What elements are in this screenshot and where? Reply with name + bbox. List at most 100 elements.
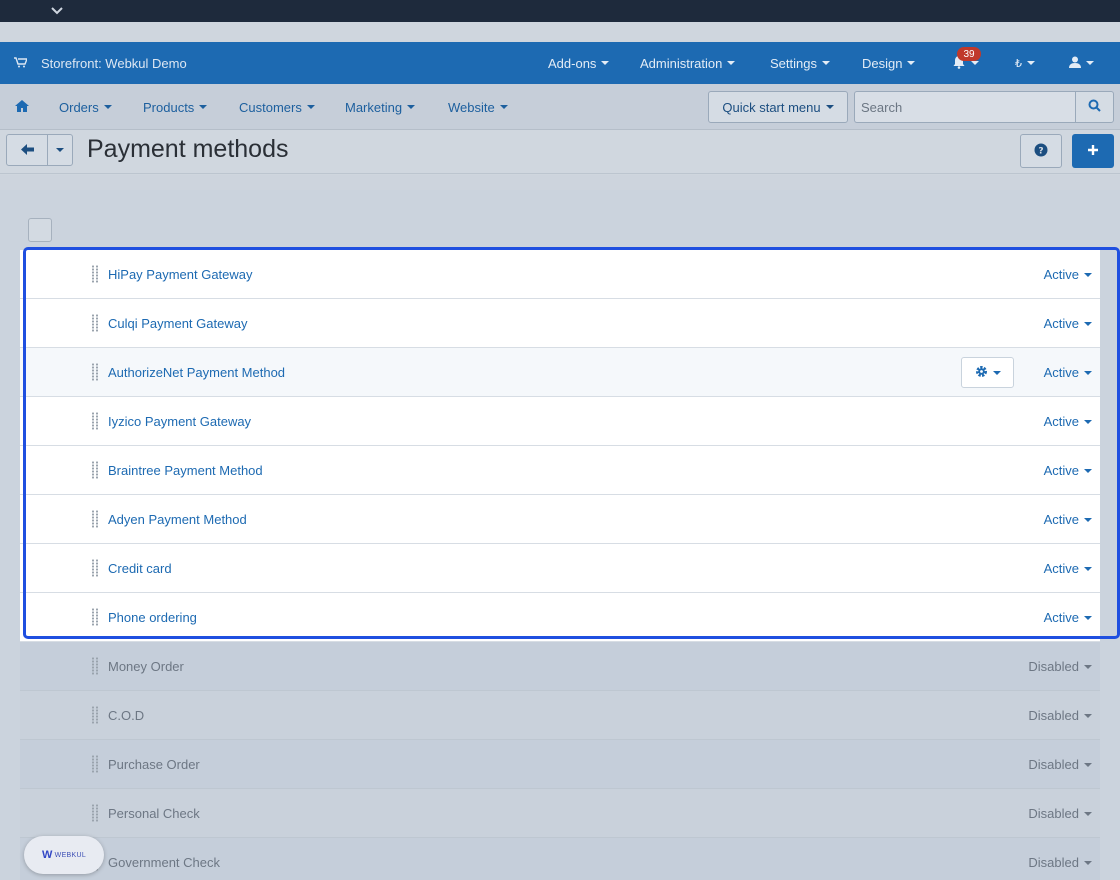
- list-item[interactable]: Government Check Disabled: [20, 838, 1100, 880]
- payment-method-name[interactable]: Credit card: [108, 544, 172, 593]
- status-dropdown[interactable]: Disabled: [1028, 740, 1092, 789]
- payment-method-name[interactable]: AuthorizeNet Payment Method: [108, 348, 285, 397]
- list-item[interactable]: HiPay Payment Gateway Active: [20, 250, 1100, 299]
- menu-orders[interactable]: Orders: [59, 84, 112, 130]
- svg-text:?: ?: [1038, 146, 1043, 156]
- caret-down-icon: [1084, 615, 1092, 620]
- list-item[interactable]: Personal Check Disabled: [20, 789, 1100, 838]
- menu-customers[interactable]: Customers: [239, 84, 315, 130]
- list-item[interactable]: Adyen Payment Method Active: [20, 495, 1100, 544]
- drag-handle-icon[interactable]: [92, 265, 98, 283]
- menu-add-ons[interactable]: Add-ons: [548, 42, 610, 84]
- menu-administration-label: Administration: [640, 55, 723, 71]
- chevron-down-icon[interactable]: [49, 3, 65, 19]
- question-circle-icon: ?: [1034, 143, 1048, 160]
- status-label: Disabled: [1028, 757, 1079, 772]
- caret-down-icon: [1084, 272, 1092, 277]
- home-button[interactable]: [15, 84, 29, 130]
- list-item[interactable]: Money Order Disabled: [20, 642, 1100, 691]
- payment-method-name[interactable]: C.O.D: [108, 691, 144, 740]
- payment-method-name[interactable]: Government Check: [108, 838, 220, 880]
- drag-handle-icon[interactable]: [92, 804, 98, 822]
- plus-icon: [1087, 144, 1099, 159]
- drag-handle-icon[interactable]: [92, 755, 98, 773]
- caret-down-icon: [1084, 566, 1092, 571]
- menu-customers-label: Customers: [239, 99, 302, 115]
- quick-start-menu-button[interactable]: Quick start menu: [708, 91, 848, 123]
- webkul-chat-widget[interactable]: W WEBKUL: [24, 836, 104, 874]
- status-dropdown[interactable]: Active: [1044, 299, 1092, 348]
- status-label: Active: [1043, 561, 1079, 576]
- payment-method-name[interactable]: Personal Check: [108, 789, 200, 838]
- drag-handle-icon[interactable]: [92, 363, 98, 381]
- status-dropdown[interactable]: Disabled: [1028, 789, 1092, 838]
- status-dropdown[interactable]: Active: [1044, 544, 1092, 593]
- payment-method-name[interactable]: Adyen Payment Method: [108, 495, 247, 544]
- top-navbar: Storefront: Webkul Demo Add-ons Administ…: [0, 42, 1120, 84]
- menu-website-label: Website: [448, 99, 495, 115]
- status-dropdown[interactable]: Disabled: [1028, 642, 1092, 691]
- search-button[interactable]: [1075, 91, 1114, 123]
- webkul-logo-icon: W: [41, 849, 53, 861]
- drag-handle-icon[interactable]: [92, 706, 98, 724]
- row-settings-button[interactable]: [961, 357, 1014, 388]
- storefront-selector[interactable]: Storefront: Webkul Demo: [14, 42, 187, 84]
- caret-down-icon: [56, 148, 64, 152]
- status-dropdown[interactable]: Disabled: [1028, 838, 1092, 880]
- menu-marketing[interactable]: Marketing: [345, 84, 416, 130]
- select-all-checkbox[interactable]: [28, 218, 52, 242]
- drag-handle-icon[interactable]: [92, 559, 98, 577]
- list-item[interactable]: Phone ordering Active: [20, 593, 1100, 642]
- drag-handle-icon[interactable]: [92, 314, 98, 332]
- back-history-dropdown[interactable]: [47, 134, 73, 166]
- back-button[interactable]: [6, 134, 48, 166]
- caret-down-icon: [1086, 61, 1094, 65]
- drag-handle-icon[interactable]: [92, 412, 98, 430]
- caret-down-icon: [306, 105, 315, 109]
- status-dropdown[interactable]: Active: [1044, 495, 1092, 544]
- help-button[interactable]: ?: [1020, 134, 1062, 168]
- arrow-left-icon: [20, 143, 34, 158]
- menu-products[interactable]: Products: [143, 84, 208, 130]
- caret-down-icon: [1084, 860, 1092, 865]
- add-payment-method-button[interactable]: [1072, 134, 1114, 168]
- menu-settings[interactable]: Settings: [770, 42, 830, 84]
- caret-down-icon: [407, 105, 416, 109]
- payment-method-name[interactable]: Iyzico Payment Gateway: [108, 397, 251, 446]
- menu-website[interactable]: Website: [448, 84, 508, 130]
- menu-design[interactable]: Design: [862, 42, 916, 84]
- list-item[interactable]: Braintree Payment Method Active: [20, 446, 1100, 495]
- list-item[interactable]: Culqi Payment Gateway Active: [20, 299, 1100, 348]
- status-label: Active: [1043, 316, 1079, 331]
- drag-handle-icon[interactable]: [92, 608, 98, 626]
- status-dropdown[interactable]: Active: [1044, 446, 1092, 495]
- drag-handle-icon[interactable]: [92, 657, 98, 675]
- drag-handle-icon[interactable]: [92, 510, 98, 528]
- storefront-label: Storefront: Webkul Demo: [41, 55, 187, 71]
- payment-method-name[interactable]: Purchase Order: [108, 740, 200, 789]
- list-item[interactable]: Purchase Order Disabled: [20, 740, 1100, 789]
- list-item[interactable]: Iyzico Payment Gateway Active: [20, 397, 1100, 446]
- status-dropdown[interactable]: Active: [1044, 348, 1092, 397]
- list-item[interactable]: C.O.D Disabled: [20, 691, 1100, 740]
- caret-down-icon: [1084, 811, 1092, 816]
- drag-handle-icon[interactable]: [92, 461, 98, 479]
- menu-administration[interactable]: Administration: [640, 42, 736, 84]
- payment-method-name[interactable]: Braintree Payment Method: [108, 446, 263, 495]
- search-input[interactable]: [854, 91, 1076, 123]
- webkul-label: WEBKUL: [54, 851, 87, 859]
- currency-selector[interactable]: ₺: [1015, 42, 1035, 84]
- caret-down-icon: [1084, 468, 1092, 473]
- payment-method-name[interactable]: HiPay Payment Gateway: [108, 250, 253, 299]
- list-item[interactable]: AuthorizeNet Payment Method Active: [20, 348, 1100, 397]
- caret-down-icon: [1084, 419, 1092, 424]
- user-menu[interactable]: [1069, 42, 1094, 84]
- list-item[interactable]: Credit card Active: [20, 544, 1100, 593]
- payment-method-name[interactable]: Culqi Payment Gateway: [108, 299, 247, 348]
- payment-method-name[interactable]: Money Order: [108, 642, 184, 691]
- status-dropdown[interactable]: Active: [1044, 250, 1092, 299]
- payment-method-name[interactable]: Phone ordering: [108, 593, 197, 642]
- status-dropdown[interactable]: Active: [1044, 593, 1092, 642]
- status-dropdown[interactable]: Active: [1044, 397, 1092, 446]
- status-dropdown[interactable]: Disabled: [1028, 691, 1092, 740]
